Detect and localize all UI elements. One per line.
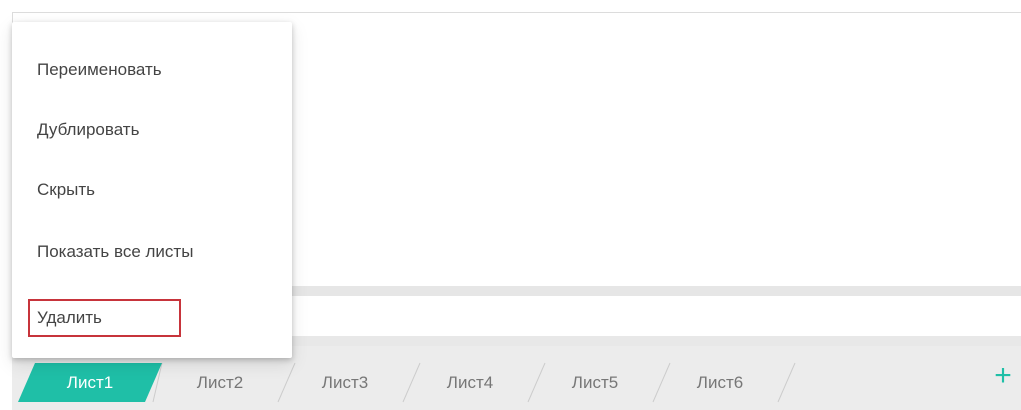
add-sheet-button[interactable]: + <box>988 361 1018 391</box>
menu-item-show-all-sheets[interactable]: Показать все листы <box>12 222 292 282</box>
menu-item-hide[interactable]: Скрыть <box>12 160 292 220</box>
tab-separator <box>777 362 796 403</box>
menu-item-delete[interactable]: Удалить <box>12 288 292 348</box>
menu-item-label: Дублировать <box>37 120 140 139</box>
tab-label: Лист6 <box>697 373 743 392</box>
tab-sheet2[interactable]: Лист2 <box>162 363 278 402</box>
menu-item-label: Показать все листы <box>37 242 194 261</box>
sheet-context-menu: Переименовать Дублировать Скрыть Показат… <box>12 22 292 358</box>
menu-item-rename[interactable]: Переименовать <box>12 40 292 100</box>
menu-item-label: Скрыть <box>37 180 96 199</box>
plus-icon: + <box>994 359 1012 392</box>
tab-sheet3[interactable]: Лист3 <box>287 363 403 402</box>
tab-sheet1[interactable]: Лист1 <box>18 363 162 402</box>
tab-label: Лист2 <box>197 373 243 392</box>
tab-sheet4[interactable]: Лист4 <box>412 363 528 402</box>
tab-label: Лист5 <box>572 373 618 392</box>
menu-item-duplicate[interactable]: Дублировать <box>12 100 292 160</box>
tab-label: Лист3 <box>322 373 368 392</box>
tab-sheet6[interactable]: Лист6 <box>662 363 778 402</box>
menu-item-label: Переименовать <box>37 60 162 79</box>
menu-item-label: Удалить <box>37 308 102 327</box>
tab-sheet5[interactable]: Лист5 <box>537 363 653 402</box>
tab-label: Лист4 <box>447 373 493 392</box>
tab-label: Лист1 <box>67 373 113 392</box>
